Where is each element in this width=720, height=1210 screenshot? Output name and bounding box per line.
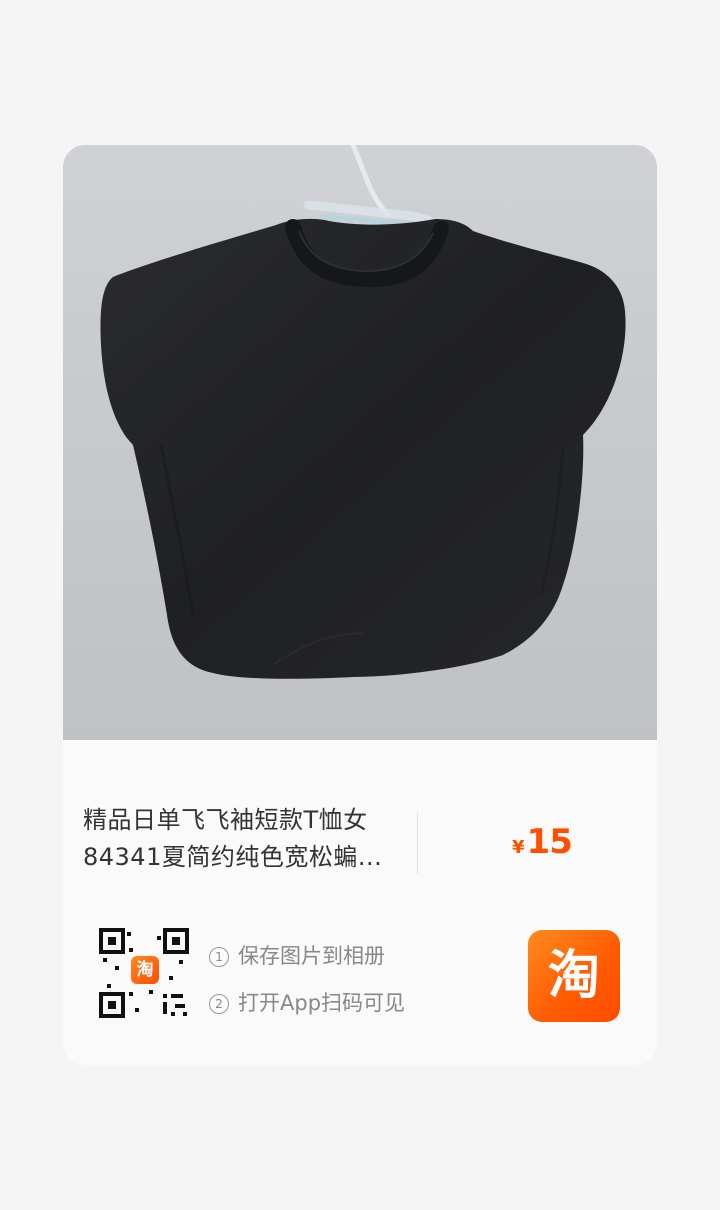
share-card: 精品日单飞飞袖短款T恤女 84341夏简约纯色宽松蝙... ¥15 淘 1 保存…: [63, 145, 657, 1065]
vertical-divider: [417, 812, 418, 874]
tshirt-illustration: [100, 145, 626, 679]
taobao-app-logo-icon[interactable]: 淘: [528, 930, 620, 1022]
tshirt-body: [100, 218, 626, 679]
product-title-line-2: 84341夏简约纯色宽松蝙...: [83, 843, 383, 871]
product-title-line-1: 精品日单飞飞袖短款T恤女: [83, 806, 368, 834]
share-instructions: 1 保存图片到相册 2 打开App扫码可见: [209, 933, 405, 1027]
product-title[interactable]: 精品日单飞飞袖短款T恤女 84341夏简约纯色宽松蝙...: [83, 802, 403, 876]
instruction-step-2: 2 打开App扫码可见: [209, 980, 405, 1027]
currency-symbol: ¥: [512, 837, 525, 858]
product-image[interactable]: [63, 145, 657, 740]
price-value: 15: [526, 822, 573, 862]
step-2-number: 2: [209, 993, 229, 1014]
step-1-label: 保存图片到相册: [238, 944, 385, 968]
instruction-step-1: 1 保存图片到相册: [209, 933, 405, 980]
step-1-number: 1: [209, 946, 229, 967]
step-2-label: 打开App扫码可见: [238, 991, 406, 1015]
product-price: ¥15: [512, 822, 573, 862]
product-info-panel: 精品日单飞飞袖短款T恤女 84341夏简约纯色宽松蝙... ¥15 淘 1 保存…: [63, 740, 657, 1065]
taobao-mini-logo-icon: 淘: [131, 956, 159, 984]
qr-code[interactable]: 淘: [99, 928, 189, 1018]
hanger-hook: [350, 145, 391, 218]
